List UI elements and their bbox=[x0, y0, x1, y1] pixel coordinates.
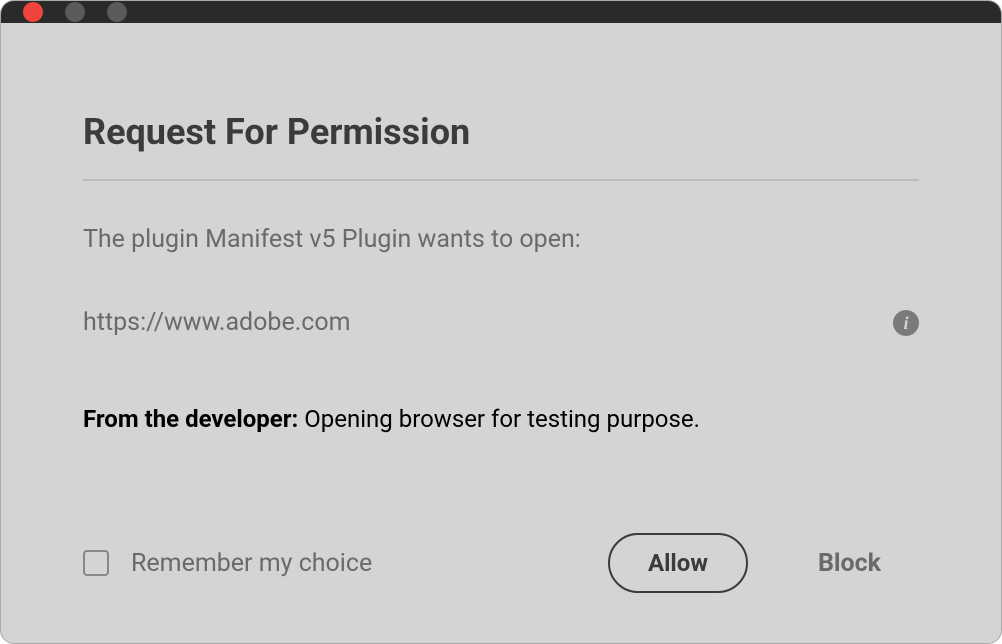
window-minimize-button[interactable] bbox=[65, 2, 85, 22]
titlebar bbox=[1, 1, 1001, 23]
allow-button[interactable]: Allow bbox=[608, 533, 748, 593]
remember-choice-group: Remember my choice bbox=[83, 549, 372, 578]
divider bbox=[83, 179, 919, 181]
url-row: https://www.adobe.com i bbox=[83, 308, 919, 337]
request-text: The plugin Manifest v5 Plugin wants to o… bbox=[83, 225, 919, 254]
developer-message: From the developer: Opening browser for … bbox=[83, 405, 919, 433]
dialog-footer: Remember my choice Allow Block bbox=[83, 533, 919, 593]
window-close-button[interactable] bbox=[23, 2, 43, 22]
remember-checkbox[interactable] bbox=[83, 550, 109, 576]
block-button[interactable]: Block bbox=[818, 535, 881, 592]
permission-dialog-window: Request For Permission The plugin Manife… bbox=[0, 0, 1002, 644]
dialog-content: Request For Permission The plugin Manife… bbox=[1, 23, 1001, 643]
button-group: Allow Block bbox=[608, 533, 919, 593]
info-icon[interactable]: i bbox=[893, 310, 919, 336]
dialog-title: Request For Permission bbox=[83, 111, 919, 153]
requested-url: https://www.adobe.com bbox=[83, 308, 351, 337]
developer-message-text: Opening browser for testing purpose. bbox=[298, 405, 700, 433]
window-maximize-button[interactable] bbox=[107, 2, 127, 22]
developer-label: From the developer: bbox=[83, 405, 298, 433]
remember-label[interactable]: Remember my choice bbox=[131, 549, 372, 578]
